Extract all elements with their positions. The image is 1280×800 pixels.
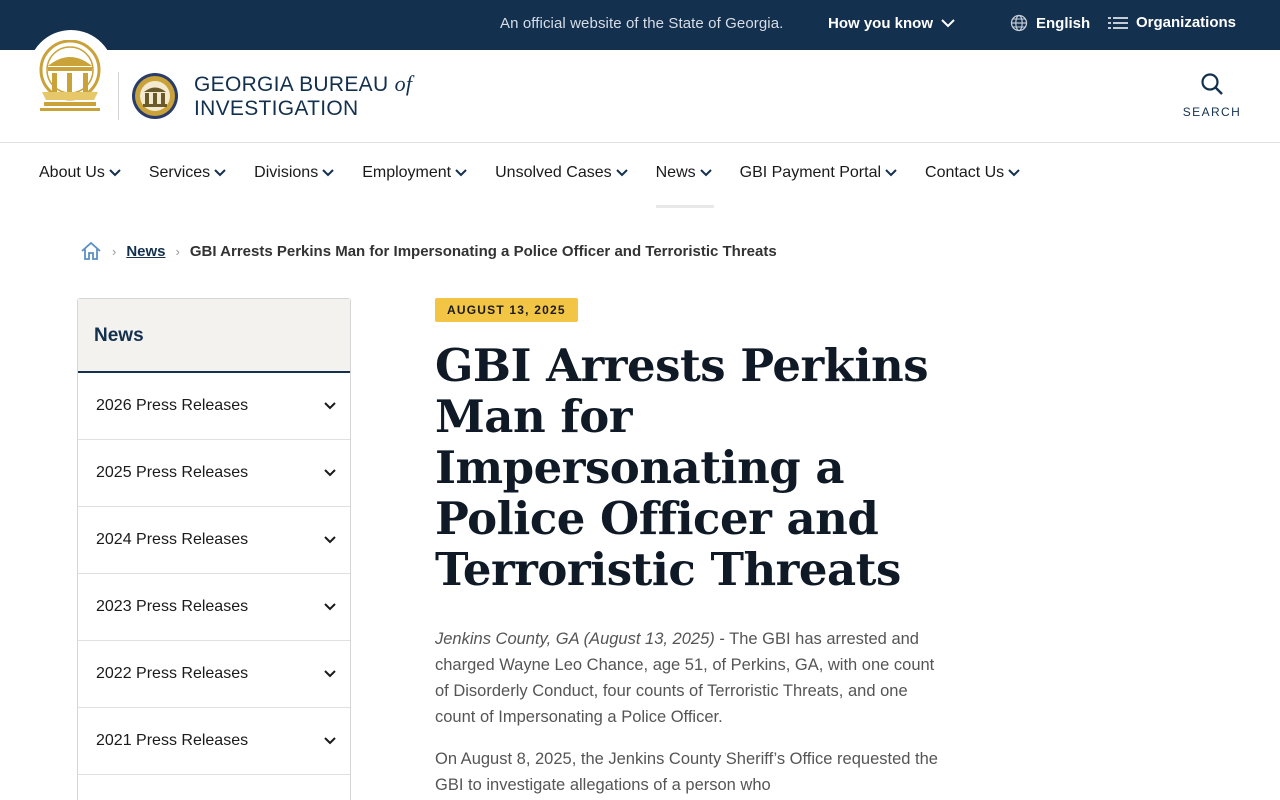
- how-you-know-label: How you know: [828, 15, 933, 32]
- sidebar-title: News: [78, 299, 350, 373]
- sidebar-item-2026-press-releases[interactable]: 2026 Press Releases: [78, 373, 350, 440]
- search-label: SEARCH: [1182, 105, 1242, 119]
- agency-name[interactable]: GEORGIA BUREAU of INVESTIGATION: [194, 72, 412, 121]
- search-icon: [1201, 73, 1223, 95]
- chevron-down-icon: [941, 19, 955, 28]
- article-dateline: Jenkins County, GA (August 13, 2025): [435, 630, 715, 648]
- language-label: English: [1036, 14, 1091, 32]
- nav-item-employment[interactable]: Employment: [362, 164, 467, 182]
- agency-name-of: of: [394, 71, 413, 96]
- agency-name-line2: INVESTIGATION: [194, 97, 359, 120]
- site-header: GEORGIA BUREAU of INVESTIGATION SEARCH: [0, 30, 1280, 143]
- breadcrumb-link-news[interactable]: News: [126, 243, 165, 260]
- official-banner: An official website of the State of Geor…: [0, 0, 1280, 50]
- chevron-down-icon: [324, 670, 336, 678]
- breadcrumb-current: GBI Arrests Perkins Man for Impersonatin…: [189, 242, 777, 260]
- sidebar-item-label: 2024 Press Releases: [96, 531, 249, 548]
- nav-item-label: Contact Us: [925, 164, 1005, 181]
- home-icon[interactable]: [80, 241, 102, 261]
- nav-item-label: GBI Payment Portal: [739, 164, 882, 181]
- nav-item-label: Divisions: [254, 164, 319, 181]
- list-icon: [1108, 16, 1128, 29]
- globe-icon: [1010, 14, 1028, 32]
- sidebar-item-2022-press-releases[interactable]: 2022 Press Releases: [78, 641, 350, 708]
- chevron-down-icon: [322, 169, 334, 177]
- main-navigation: About Us Services Divisions Employment U…: [0, 143, 1280, 208]
- how-you-know-toggle[interactable]: How you know: [828, 15, 955, 32]
- organizations-label: Organizations: [1136, 14, 1237, 31]
- sidebar-item-label: 2026 Press Releases: [96, 397, 249, 414]
- nav-item-contact-us[interactable]: Contact Us: [925, 164, 1020, 182]
- chevron-down-icon: [214, 169, 226, 177]
- official-site-text: An official website of the State of Geor…: [500, 15, 784, 32]
- article-paragraph: On August 8, 2025, the Jenkins County Sh…: [435, 750, 938, 794]
- nav-item-about-us[interactable]: About Us: [39, 164, 121, 182]
- nav-item-label: Unsolved Cases: [495, 164, 612, 181]
- article-date-badge: AUGUST 13, 2025: [435, 298, 578, 322]
- article-paragraph: Jenkins County, GA (August 13, 2025) - T…: [435, 626, 945, 730]
- sidebar-item-label: 2022 Press Releases: [96, 665, 249, 682]
- news-sidebar: News 2026 Press Releases 2025 Press Rele…: [77, 298, 351, 800]
- header-divider: [118, 72, 119, 120]
- chevron-down-icon: [324, 402, 336, 410]
- sidebar-item-2021-press-releases[interactable]: 2021 Press Releases: [78, 708, 350, 775]
- article-title: GBI Arrests Perkins Man for Impersonatin…: [435, 339, 929, 596]
- gbi-seal-logo[interactable]: [131, 70, 179, 122]
- article-body: Jenkins County, GA (August 13, 2025) - T…: [435, 626, 945, 800]
- organizations-menu[interactable]: Organizations: [1108, 14, 1236, 31]
- chevron-down-icon: [1008, 169, 1020, 177]
- nav-item-gbi-payment-portal[interactable]: GBI Payment Portal: [740, 164, 897, 182]
- agency-name-line1: GEORGIA BUREAU: [194, 73, 389, 96]
- chevron-down-icon: [455, 169, 467, 177]
- nav-item-label: Employment: [362, 164, 452, 181]
- nav-item-divisions[interactable]: Divisions: [254, 164, 334, 182]
- chevron-right-icon: ›: [175, 243, 180, 259]
- nav-item-label: News: [655, 164, 696, 181]
- sidebar-item-2025-press-releases[interactable]: 2025 Press Releases: [78, 440, 350, 507]
- breadcrumb: › News › GBI Arrests Perkins Man for Imp…: [80, 241, 777, 261]
- search-button[interactable]: SEARCH: [1178, 72, 1246, 119]
- chevron-down-icon: [324, 603, 336, 611]
- sidebar-item-2023-press-releases[interactable]: 2023 Press Releases: [78, 574, 350, 641]
- georgia-state-seal-logo[interactable]: [36, 40, 104, 116]
- chevron-down-icon: [324, 536, 336, 544]
- chevron-down-icon: [615, 169, 628, 177]
- nav-item-label: About Us: [39, 164, 105, 181]
- sidebar-item-label: 2025 Press Releases: [96, 464, 249, 481]
- chevron-down-icon: [885, 169, 897, 177]
- sidebar-item-2024-press-releases[interactable]: 2024 Press Releases: [78, 507, 350, 574]
- chevron-down-icon: [699, 169, 712, 177]
- chevron-down-icon: [324, 469, 336, 477]
- sidebar-item-label: 2023 Press Releases: [96, 598, 249, 615]
- chevron-down-icon: [109, 169, 121, 177]
- chevron-right-icon: ›: [112, 243, 117, 259]
- nav-item-unsolved-cases[interactable]: Unsolved Cases: [495, 164, 628, 182]
- language-selector[interactable]: English: [1010, 14, 1090, 32]
- nav-item-services[interactable]: Services: [149, 164, 226, 182]
- nav-item-label: Services: [148, 164, 211, 181]
- nav-item-news[interactable]: News: [655, 164, 714, 208]
- sidebar-item-label: 2021 Press Releases: [96, 732, 249, 749]
- chevron-down-icon: [324, 737, 336, 745]
